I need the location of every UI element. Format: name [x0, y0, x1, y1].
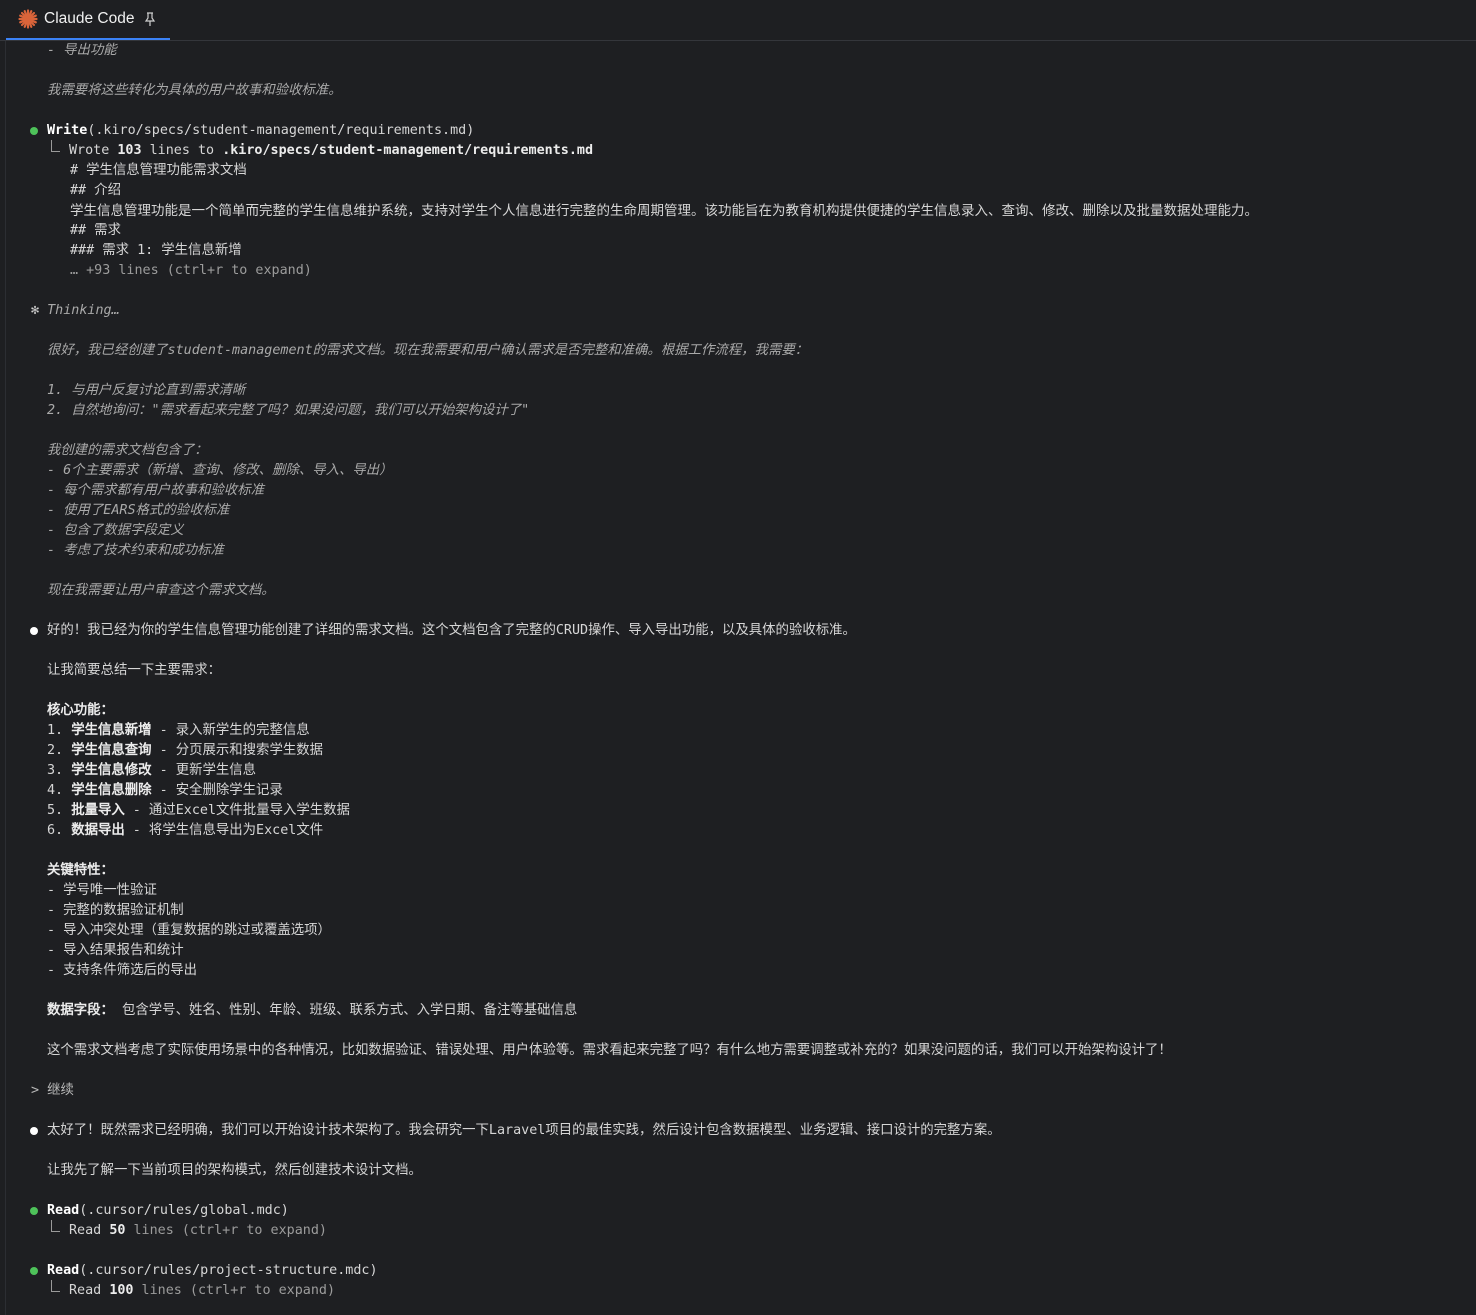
- thinking-line: - 使用了EARS格式的验收标准: [47, 503, 230, 518]
- list-desc: - 将学生信息导出为Excel文件: [124, 823, 324, 838]
- result-text: Read: [69, 1223, 110, 1238]
- list-num: 1.: [47, 723, 72, 738]
- list-desc: - 录入新学生的完整信息: [151, 723, 310, 738]
- tree-corner-icon: [51, 140, 60, 152]
- thinking-line: - 6个主要需求（新增、查询、修改、删除、导入、导出）: [47, 463, 393, 478]
- list-desc: - 安全删除学生记录: [151, 783, 283, 798]
- list-num: 2.: [47, 743, 72, 758]
- tool-call-read[interactable]: Read(.cursor/rules/global.mdc): [47, 1201, 289, 1221]
- file-preview-line: 学生信息管理功能是一个简单而完整的学生信息维护系统，支持对学生个人信息进行完整的…: [70, 203, 1258, 219]
- thinking-line: 我创建的需求文档包含了：: [47, 443, 208, 458]
- tool-name: Read: [47, 1263, 80, 1278]
- conversation-log[interactable]: - 导出功能 我需要将这些转化为具体的用户故事和验收标准。 Write(.kir…: [0, 0, 1476, 1315]
- list-item: 1. 学生信息新增 - 录入新学生的完整信息: [47, 721, 310, 741]
- result-text: Wrote: [69, 143, 118, 158]
- result-count: 100: [109, 1283, 134, 1298]
- file-preview-line: ## 介绍: [70, 183, 121, 198]
- result-text: Read: [69, 1283, 110, 1298]
- list-num: 4.: [47, 783, 72, 798]
- list-num: 6.: [47, 823, 72, 838]
- assistant-message: 太好了！既然需求已经明确，我们可以开始设计技术架构了。我会研究一下Laravel…: [47, 1123, 1001, 1138]
- expand-hint: lines (ctrl+r to expand): [125, 1223, 327, 1238]
- tool-args: (.cursor/rules/project-structure.mdc): [79, 1263, 378, 1278]
- result-text: lines to: [141, 143, 223, 158]
- thinking-line: 2. 自然地询问："需求看起来完整了吗？如果没问题，我们可以开始架构设计了": [47, 403, 530, 418]
- list-name: 学生信息查询: [71, 743, 152, 758]
- thinking-line: - 考虑了技术约束和成功标准: [47, 543, 224, 558]
- list-desc: - 分页展示和搜索学生数据: [151, 743, 324, 758]
- status-dot-success: [30, 1207, 38, 1215]
- tool-result[interactable]: Read 50 lines (ctrl+r to expand): [51, 1220, 327, 1241]
- result-count: 103: [117, 143, 142, 158]
- list-num: 3.: [47, 763, 72, 778]
- list-item: 2. 学生信息查询 - 分页展示和搜索学生数据: [47, 741, 323, 761]
- section-heading: 核心功能：: [47, 703, 114, 718]
- status-dot-success: [30, 127, 38, 135]
- assistant-message: 让我先了解一下当前项目的架构模式，然后创建技术设计文档。: [47, 1163, 422, 1178]
- list-name: 学生信息新增: [71, 723, 152, 738]
- list-item: 5. 批量导入 - 通过Excel文件批量导入学生数据: [47, 801, 350, 821]
- list-desc: - 更新学生信息: [151, 763, 257, 778]
- tool-args: (.cursor/rules/global.mdc): [79, 1203, 289, 1218]
- expand-hint: lines (ctrl+r to expand): [133, 1283, 336, 1298]
- user-prompt: > 继续: [31, 1083, 74, 1098]
- list-name: 学生信息删除: [71, 783, 152, 798]
- assistant-message: 好的！我已经为你的学生信息管理功能创建了详细的需求文档。这个文档包含了完整的CR…: [47, 623, 856, 638]
- list-desc: - 通过Excel文件批量导入学生数据: [124, 803, 350, 818]
- list-name: 批量导入: [71, 803, 125, 818]
- message-dot: [30, 627, 38, 635]
- assistant-message: 让我简要总结一下主要需求：: [47, 663, 222, 678]
- section-heading: 数据字段：: [47, 1003, 114, 1018]
- list-item: 4. 学生信息删除 - 安全删除学生记录: [47, 781, 283, 801]
- expand-hint[interactable]: … +93 lines (ctrl+r to expand): [70, 261, 312, 281]
- list-item: - 支持条件筛选后的导出: [47, 963, 198, 978]
- thinking-line: - 包含了数据字段定义: [47, 523, 184, 538]
- tool-result: Wrote 103 lines to .kiro/specs/student-m…: [51, 140, 594, 161]
- list-item: - 导入冲突处理（重复数据的跳过或覆盖选项）: [47, 923, 331, 938]
- thinking-line: - 导出功能: [47, 43, 117, 58]
- data-fields-line: 数据字段： 包含学号、姓名、性别、年龄、班级、联系方式、入学日期、备注等基础信息: [47, 1001, 577, 1021]
- assistant-message: 这个需求文档考虑了实际使用场景中的各种情况，比如数据验证、错误处理、用户体验等。…: [47, 1043, 1172, 1058]
- file-preview-line: # 学生信息管理功能需求文档: [70, 163, 247, 178]
- tree-corner-icon: [51, 1280, 60, 1292]
- status-dot-success: [30, 1267, 38, 1275]
- file-preview-line: ### 需求 1: 学生信息新增: [70, 243, 242, 258]
- list-name: 数据导出: [71, 823, 125, 838]
- result-count: 50: [109, 1223, 126, 1238]
- list-item: - 完整的数据验证机制: [47, 903, 184, 918]
- thinking-line: 1. 与用户反复讨论直到需求清晰: [47, 383, 246, 398]
- file-preview-line: ## 需求: [70, 223, 121, 238]
- thinking-label: Thinking…: [47, 303, 120, 318]
- tree-corner-icon: [51, 1220, 60, 1232]
- fields-text: 包含学号、姓名、性别、年龄、班级、联系方式、入学日期、备注等基础信息: [113, 1003, 578, 1018]
- tool-name: Write: [47, 123, 88, 138]
- thinking-star-icon: ✻: [31, 303, 40, 318]
- list-num: 5.: [47, 803, 72, 818]
- tool-result[interactable]: Read 100 lines (ctrl+r to expand): [51, 1280, 336, 1301]
- list-name: 学生信息修改: [71, 763, 152, 778]
- tool-args: (.kiro/specs/student-management/requirem…: [87, 123, 475, 138]
- thinking-header: ✻ Thinking…: [31, 301, 120, 321]
- tool-name: Read: [47, 1203, 80, 1218]
- list-item: 6. 数据导出 - 将学生信息导出为Excel文件: [47, 821, 323, 841]
- thinking-line: 现在我需要让用户审查这个需求文档。: [47, 583, 275, 598]
- thinking-line: 很好，我已经创建了student-management的需求文档。现在我需要和用…: [47, 343, 809, 358]
- list-item: - 导入结果报告和统计: [47, 943, 184, 958]
- result-path: .kiro/specs/student-management/requireme…: [222, 143, 594, 158]
- thinking-line: - 每个需求都有用户故事和验收标准: [47, 483, 264, 498]
- list-item: 3. 学生信息修改 - 更新学生信息: [47, 761, 256, 781]
- tool-call-read[interactable]: Read(.cursor/rules/project-structure.mdc…: [47, 1261, 378, 1281]
- thinking-line: 我需要将这些转化为具体的用户故事和验收标准。: [47, 83, 342, 98]
- list-item: - 学号唯一性验证: [47, 883, 157, 898]
- section-heading: 关键特性：: [47, 863, 114, 878]
- message-dot: [30, 1127, 38, 1135]
- tool-call-write[interactable]: Write(.kiro/specs/student-management/req…: [47, 121, 474, 141]
